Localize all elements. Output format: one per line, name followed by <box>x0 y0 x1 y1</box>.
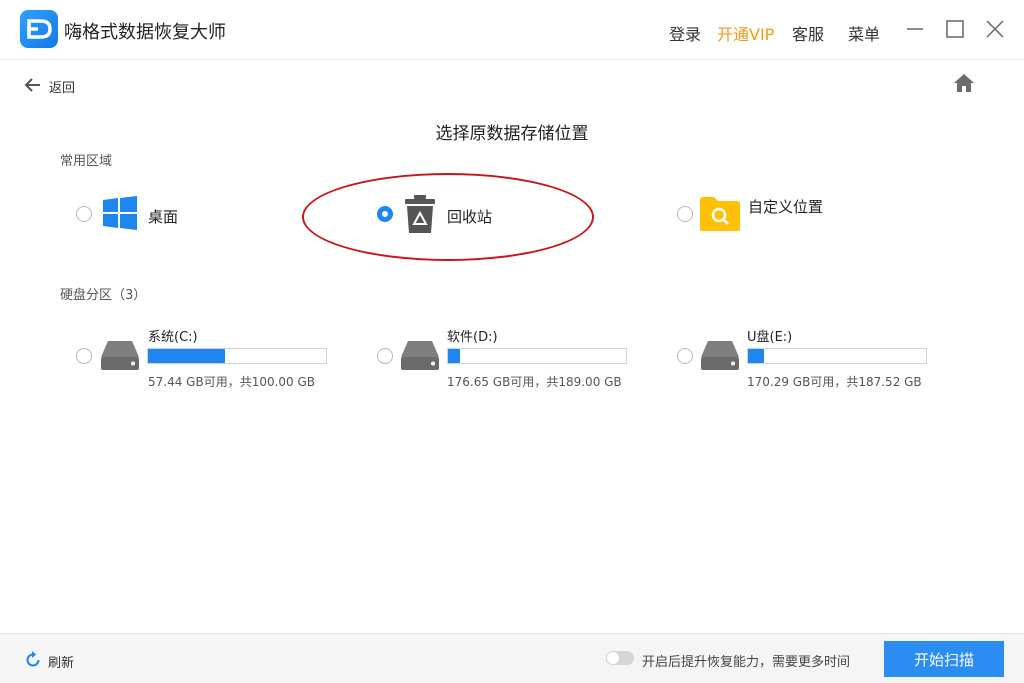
windows-icon <box>102 195 138 235</box>
service-link[interactable]: 客服 <box>792 21 824 45</box>
disk-c-usage-bar <box>147 348 327 364</box>
hard-drive-icon <box>700 339 740 375</box>
custom-location-option[interactable]: 自定义位置 <box>748 196 823 217</box>
toggle-knob <box>607 652 619 664</box>
recycle-bin-radio[interactable] <box>377 206 393 222</box>
disk-c-radio[interactable] <box>76 348 92 364</box>
disk-e-usage-bar <box>747 348 927 364</box>
maximize-icon[interactable] <box>944 18 966 40</box>
recycle-bin-icon <box>403 194 437 238</box>
desktop-option[interactable]: 桌面 <box>148 206 178 227</box>
disk-d-info: 176.65 GB可用，共189.00 GB <box>447 375 622 389</box>
custom-location-radio[interactable] <box>677 206 693 222</box>
refresh-label: 刷新 <box>48 656 75 671</box>
refresh-icon <box>26 651 40 667</box>
menu-link[interactable]: 菜单 <box>848 21 880 45</box>
start-scan-button[interactable]: 开始扫描 <box>884 641 1004 677</box>
disk-d-radio[interactable] <box>377 348 393 364</box>
close-icon[interactable] <box>984 18 1006 40</box>
vip-link[interactable]: 开通VIP <box>717 21 774 45</box>
desktop-radio[interactable] <box>76 206 92 222</box>
disk-c-info: 57.44 GB可用，共100.00 GB <box>148 375 316 389</box>
disk-e-name: U盘(E:) <box>747 330 793 345</box>
page-title: 选择原数据存储位置 <box>435 124 589 144</box>
hard-drive-icon <box>100 339 140 375</box>
folder-search-icon <box>700 196 740 236</box>
hard-drive-icon <box>400 339 440 375</box>
login-link[interactable]: 登录 <box>669 21 701 45</box>
footer-bar: 刷新 开启后提升恢复能力，需要更多时间 开始扫描 <box>0 633 1024 683</box>
recycle-bin-option[interactable]: 回收站 <box>447 206 492 227</box>
home-icon[interactable] <box>953 73 975 93</box>
common-area-label: 常用区域 <box>60 154 113 169</box>
disk-e-radio[interactable] <box>677 348 693 364</box>
arrow-left-icon <box>24 78 40 92</box>
deep-scan-toggle[interactable] <box>606 651 634 665</box>
title-bar: 嗨格式数据恢复大师 登录 开通VIP 客服 菜单 <box>0 0 1024 60</box>
app-logo-icon <box>20 10 58 48</box>
app-title: 嗨格式数据恢复大师 <box>64 22 226 43</box>
disk-d-usage-bar <box>447 348 627 364</box>
disk-c-usage-fill <box>148 349 225 363</box>
minimize-icon[interactable] <box>904 18 926 40</box>
disk-d-usage-fill <box>448 349 460 363</box>
disk-e-info: 170.29 GB可用，共187.52 GB <box>747 375 922 389</box>
disk-e-usage-fill <box>748 349 765 363</box>
disk-d-name: 软件(D:) <box>447 330 498 345</box>
back-label: 返回 <box>49 81 76 96</box>
deep-scan-label: 开启后提升恢复能力，需要更多时间 <box>642 655 851 670</box>
disk-c-name: 系统(C:) <box>148 330 198 345</box>
disk-partitions-label: 硬盘分区（3） <box>60 288 147 303</box>
